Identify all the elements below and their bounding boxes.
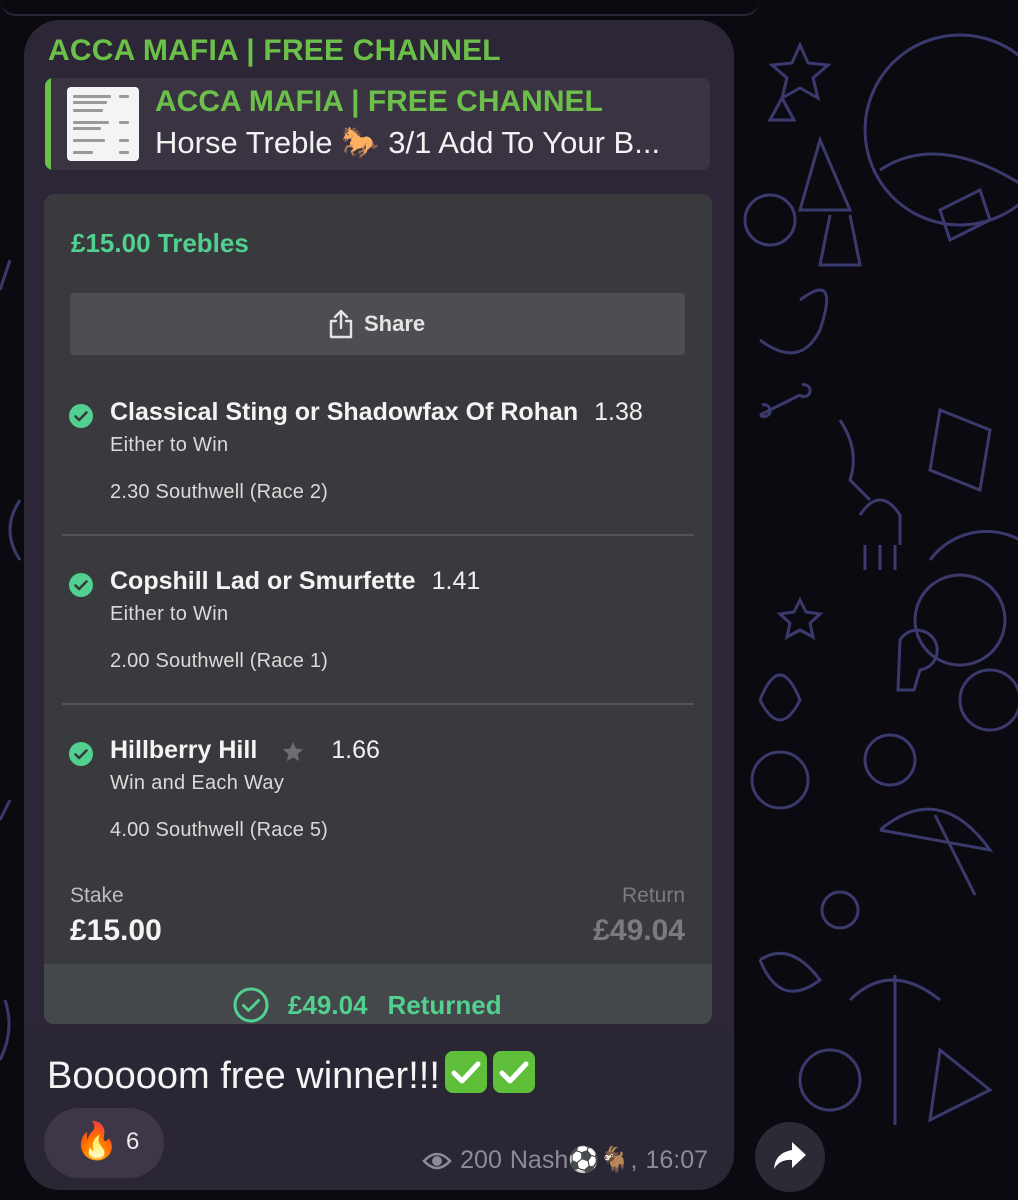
fire-emoji: 🔥 [74, 1120, 119, 1161]
reply-preview[interactable]: ACCA MAFIA | FREE CHANNEL Horse Treble 🐎… [45, 78, 710, 170]
share-icon [329, 309, 353, 339]
returned-amount: £49.04 [288, 989, 368, 1020]
selection-name: Hillberry Hill [110, 736, 258, 764]
stake-label: Stake [70, 884, 124, 907]
message-bubble[interactable]: ACCA MAFIA | FREE CHANNEL ACCA MAFIA | F… [24, 20, 734, 1190]
share-button[interactable]: Share [70, 293, 685, 355]
check-circle-icon [69, 404, 93, 428]
channel-name[interactable]: ACCA MAFIA | FREE CHANNEL [48, 34, 501, 68]
selection-race: 2.30 Southwell (Race 2) [110, 481, 329, 503]
check-mark-emoji [492, 1051, 535, 1093]
previous-message-edge [0, 0, 760, 16]
return-label: Return [621, 884, 685, 907]
message-time: 16:07 [645, 1146, 708, 1174]
bet-slip-image[interactable]: £15.00 Trebles Share Classical Sting or … [44, 194, 712, 1024]
returned-check-icon [233, 987, 269, 1023]
reaction-count: 6 [126, 1128, 140, 1155]
view-count: 200 [460, 1146, 502, 1174]
selection-market: Either to Win [110, 434, 229, 456]
share-label: Share [364, 311, 426, 336]
divider [62, 534, 694, 536]
returned-label: Returned [387, 989, 502, 1020]
selection-name: Classical Sting or Shadowfax Of Rohan [110, 398, 579, 426]
check-mark-emoji [444, 1051, 487, 1093]
forward-button[interactable] [755, 1122, 825, 1192]
author-signature: Nash⚽️🐐 [509, 1146, 631, 1174]
return-value: £49.04 [593, 914, 685, 947]
selection-market: Win and Each Way [110, 772, 285, 794]
selection-name: Copshill Lad or Smurfette [110, 567, 416, 595]
selection-race: 2.00 Southwell (Race 1) [110, 650, 329, 672]
selection-odds: 1.38 [594, 398, 643, 426]
reply-thumbnail [67, 87, 139, 161]
selection-odds: 1.66 [331, 736, 380, 764]
forward-icon [774, 1142, 806, 1169]
reply-text: Horse Treble 🐎 3/1 Add To Your B... [155, 125, 661, 160]
reply-title: ACCA MAFIA | FREE CHANNEL [155, 85, 603, 118]
selection-market: Either to Win [110, 603, 229, 625]
check-circle-icon [69, 742, 93, 766]
stake-value: £15.00 [70, 914, 162, 947]
star-icon[interactable] [281, 740, 305, 764]
divider [62, 703, 694, 705]
reply-accent-bar [45, 78, 51, 170]
bet-title: £15.00 Trebles [71, 228, 249, 258]
message-text: Booooom free winner!!! [47, 1050, 536, 1098]
selection-race: 4.00 Southwell (Race 5) [110, 819, 329, 841]
reaction-chip[interactable]: 🔥 6 [44, 1108, 164, 1178]
message-body: Booooom free winner!!! [47, 1055, 440, 1097]
meta-separator: , [630, 1146, 638, 1174]
message-meta: 200 Nash⚽️🐐, 16:07 [422, 1146, 708, 1175]
check-circle-icon [69, 573, 93, 597]
selection-odds: 1.41 [431, 567, 481, 595]
returned-banner: £49.04 Returned [44, 964, 712, 1024]
eye-icon [422, 1152, 452, 1169]
